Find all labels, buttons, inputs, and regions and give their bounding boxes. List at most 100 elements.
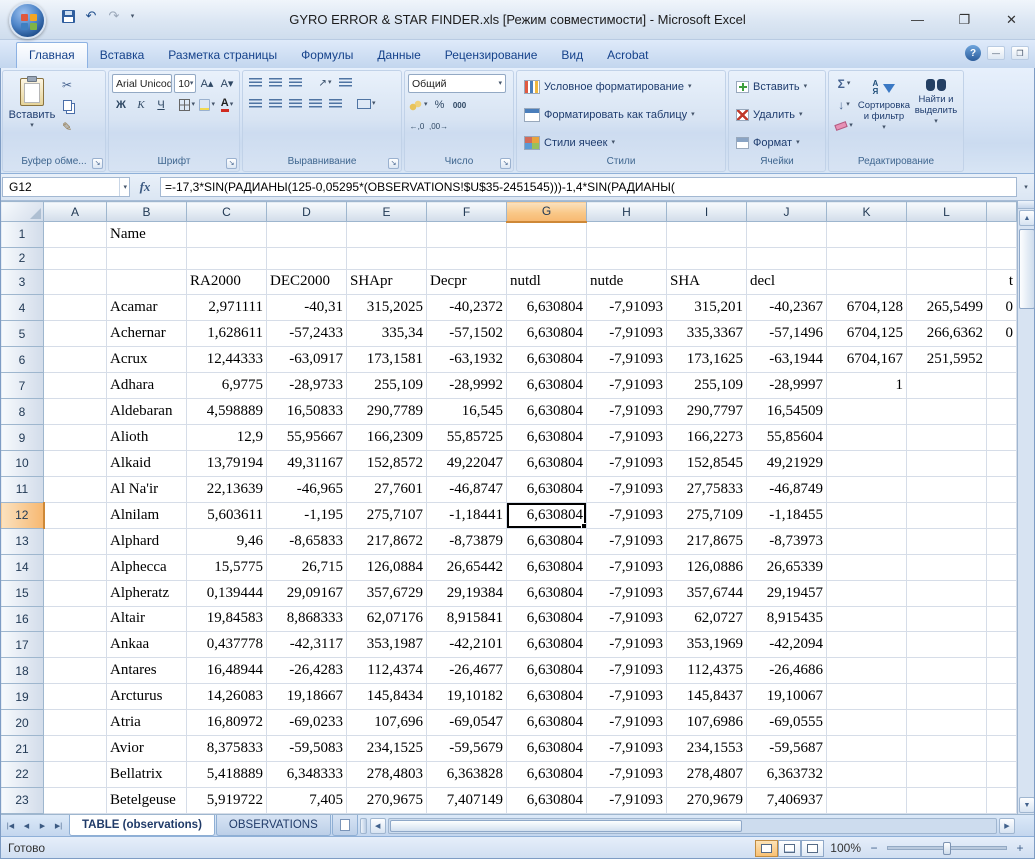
cell-B10[interactable]: Alkaid	[107, 450, 187, 476]
underline-button[interactable]: Ч	[152, 96, 170, 114]
cell-E19[interactable]: 145,8434	[347, 684, 427, 710]
cell-K14[interactable]	[827, 554, 907, 580]
cell-C10[interactable]: 13,79194	[187, 450, 267, 476]
cell-F11[interactable]: -46,8747	[427, 476, 507, 502]
cell-J23[interactable]: 7,406937	[747, 787, 827, 813]
cell-H1[interactable]	[587, 222, 667, 248]
cell-M12[interactable]	[987, 502, 1017, 528]
cell-M11[interactable]	[987, 476, 1017, 502]
cell-I23[interactable]: 270,9679	[667, 787, 747, 813]
cell-J20[interactable]: -69,0555	[747, 710, 827, 736]
cell-D8[interactable]: 16,50833	[267, 399, 347, 425]
col-header-A[interactable]: A	[44, 202, 107, 222]
cell-D5[interactable]: -57,2433	[267, 321, 347, 347]
cell-M8[interactable]	[987, 399, 1017, 425]
cell-J13[interactable]: -8,73973	[747, 528, 827, 554]
cell-I13[interactable]: 217,8675	[667, 528, 747, 554]
col-header-C[interactable]: C	[187, 202, 267, 222]
paste-button[interactable]: Вставить▾	[6, 74, 58, 156]
row-header-14[interactable]: 14	[1, 554, 44, 580]
merge-center-button[interactable]: ▾	[356, 95, 377, 113]
cell-J15[interactable]: 29,19457	[747, 580, 827, 606]
cell-D23[interactable]: 7,405	[267, 787, 347, 813]
last-sheet-button[interactable]: ▶|	[51, 818, 66, 834]
cell-H16[interactable]: -7,91093	[587, 606, 667, 632]
cell-F3[interactable]: Decpr	[427, 269, 507, 295]
cell-K1[interactable]	[827, 222, 907, 248]
alignment-dialog-launcher[interactable]: ↘	[388, 158, 399, 169]
cell-D13[interactable]: -8,65833	[267, 528, 347, 554]
cell-L10[interactable]	[907, 450, 987, 476]
cell-E3[interactable]: SHApr	[347, 269, 427, 295]
cell-G12[interactable]: 6,630804	[507, 502, 587, 528]
cell-A6[interactable]	[44, 347, 107, 373]
help-button[interactable]: ?	[965, 45, 981, 61]
insert-worksheet-tab[interactable]	[332, 815, 358, 836]
row-header-9[interactable]: 9	[1, 425, 44, 451]
cell-D6[interactable]: -63,0917	[267, 347, 347, 373]
vertical-scrollbar[interactable]: ▲ ▼	[1017, 201, 1035, 814]
cell-F4[interactable]: -40,2372	[427, 295, 507, 321]
cell-C4[interactable]: 2,971111	[187, 295, 267, 321]
cell-K12[interactable]	[827, 502, 907, 528]
cell-L3[interactable]	[907, 269, 987, 295]
scroll-left-button[interactable]: ◀	[370, 818, 386, 834]
cell-E22[interactable]: 278,4803	[347, 762, 427, 788]
scroll-up-button[interactable]: ▲	[1019, 210, 1035, 226]
comma-style-button[interactable]: 000	[451, 96, 469, 114]
cell-M6[interactable]	[987, 347, 1017, 373]
next-sheet-button[interactable]: ▶	[35, 818, 50, 834]
cell-L16[interactable]	[907, 606, 987, 632]
cell-D4[interactable]: -40,31	[267, 295, 347, 321]
cell-L7[interactable]	[907, 373, 987, 399]
cell-F14[interactable]: 26,65442	[427, 554, 507, 580]
cell-G21[interactable]: 6,630804	[507, 736, 587, 762]
cell-I21[interactable]: 234,1553	[667, 736, 747, 762]
conditional-formatting-button[interactable]: Условное форматирование ▾	[520, 74, 722, 99]
cell-G8[interactable]: 6,630804	[507, 399, 587, 425]
clear-button[interactable]: ▾	[832, 116, 856, 135]
cell-F10[interactable]: 49,22047	[427, 450, 507, 476]
align-center-button[interactable]	[266, 95, 284, 113]
cell-F16[interactable]: 8,915841	[427, 606, 507, 632]
cell-J9[interactable]: 55,85604	[747, 425, 827, 451]
cell-H12[interactable]: -7,91093	[587, 502, 667, 528]
cell-I7[interactable]: 255,109	[667, 373, 747, 399]
fill-button[interactable]: ↓▾	[832, 95, 856, 114]
cell-J12[interactable]: -1,18455	[747, 502, 827, 528]
cell-E17[interactable]: 353,1987	[347, 632, 427, 658]
cell-D2[interactable]	[267, 247, 347, 269]
vertical-split-handle[interactable]	[1018, 201, 1035, 209]
cell-L17[interactable]	[907, 632, 987, 658]
cell-J16[interactable]: 8,915435	[747, 606, 827, 632]
cell-C21[interactable]: 8,375833	[187, 736, 267, 762]
copy-button[interactable]	[60, 96, 74, 115]
cell-A15[interactable]	[44, 580, 107, 606]
cell-H14[interactable]: -7,91093	[587, 554, 667, 580]
cell-K4[interactable]: 6704,128	[827, 295, 907, 321]
cell-C20[interactable]: 16,80972	[187, 710, 267, 736]
cell-D12[interactable]: -1,195	[267, 502, 347, 528]
cell-D19[interactable]: 19,18667	[267, 684, 347, 710]
row-header-3[interactable]: 3	[1, 269, 44, 295]
cell-F13[interactable]: -8,73879	[427, 528, 507, 554]
cell-I11[interactable]: 27,75833	[667, 476, 747, 502]
row-header-16[interactable]: 16	[1, 606, 44, 632]
cell-G5[interactable]: 6,630804	[507, 321, 587, 347]
cell-E9[interactable]: 166,2309	[347, 425, 427, 451]
cell-A11[interactable]	[44, 476, 107, 502]
page-layout-view-button[interactable]	[778, 840, 801, 857]
cell-K5[interactable]: 6704,125	[827, 321, 907, 347]
cell-G13[interactable]: 6,630804	[507, 528, 587, 554]
cell-C18[interactable]: 16,48944	[187, 658, 267, 684]
cell-F18[interactable]: -26,4677	[427, 658, 507, 684]
cell-E21[interactable]: 234,1525	[347, 736, 427, 762]
increase-indent-button[interactable]	[326, 95, 344, 113]
normal-view-button[interactable]	[755, 840, 778, 857]
cell-I4[interactable]: 315,201	[667, 295, 747, 321]
cell-G9[interactable]: 6,630804	[507, 425, 587, 451]
percent-style-button[interactable]: %	[431, 96, 449, 114]
zoom-slider-thumb[interactable]	[943, 842, 951, 855]
cell-B18[interactable]: Antares	[107, 658, 187, 684]
cell-M2[interactable]	[987, 247, 1017, 269]
